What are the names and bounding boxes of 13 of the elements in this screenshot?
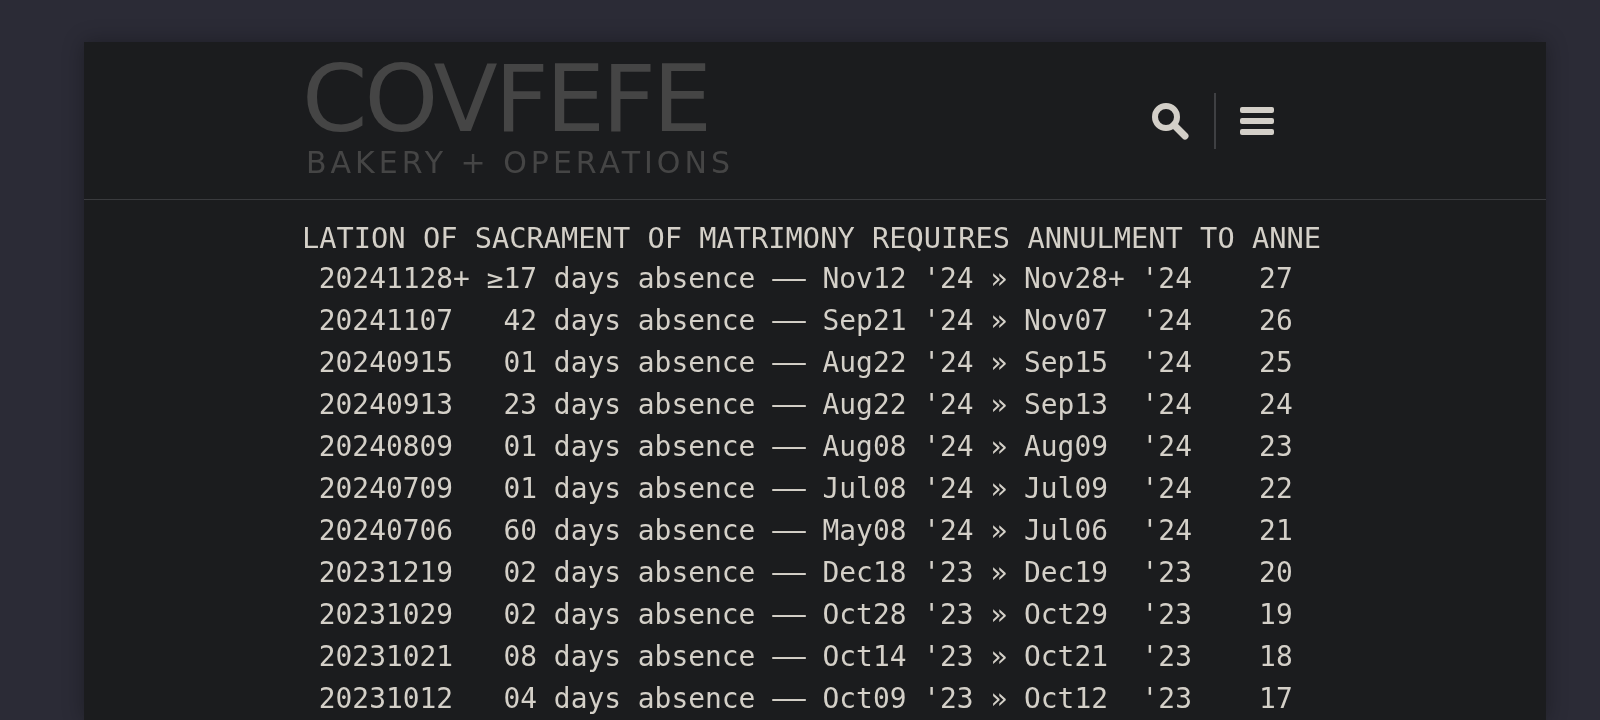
- log-line: 20231012 04 days absence —— Oct09 '23 » Oct12 '23 17: [317, 681, 1293, 717]
- log-line: 20231219 02 days absence —— Dec18 '23 » Dec19 '23 20: [317, 555, 1293, 591]
- log-line: 20240709 01 days absence —— Jul08 '24 » Jul09 '24 22: [317, 471, 1293, 507]
- log-line: 20241107 42 days absence —— Sep21 '24 » Nov07 '24 26: [317, 303, 1293, 339]
- log-line: 20240913 23 days absence —— Aug22 '24 » Sep13 '24 24: [317, 387, 1293, 423]
- heading-text: LATION OF SACRAMENT OF MATRIMONY REQUIRES ANNULMENT TO ANNE: [302, 220, 1322, 257]
- log-line: 20241128+ ≥17 days absence —— Nov12 '24 » Nov28+ '24 27: [317, 261, 1293, 297]
- search-icon[interactable]: [1150, 100, 1190, 141]
- log-line: 20231029 02 days absence —— Oct28 '23 » Oct29 '23 19: [317, 597, 1293, 633]
- log-line: 20240915 01 days absence —— Aug22 '24 » Sep15 '24 25: [317, 345, 1293, 381]
- log-line: 20231021 08 days absence —— Oct14 '23 » Oct21 '23 18: [317, 639, 1293, 675]
- log-line: 20240809 01 days absence —— Aug08 '24 » Aug09 '24 23: [317, 429, 1293, 465]
- log-line: 20240706 60 days absence —— May08 '24 » Jul06 '24 21: [317, 513, 1293, 549]
